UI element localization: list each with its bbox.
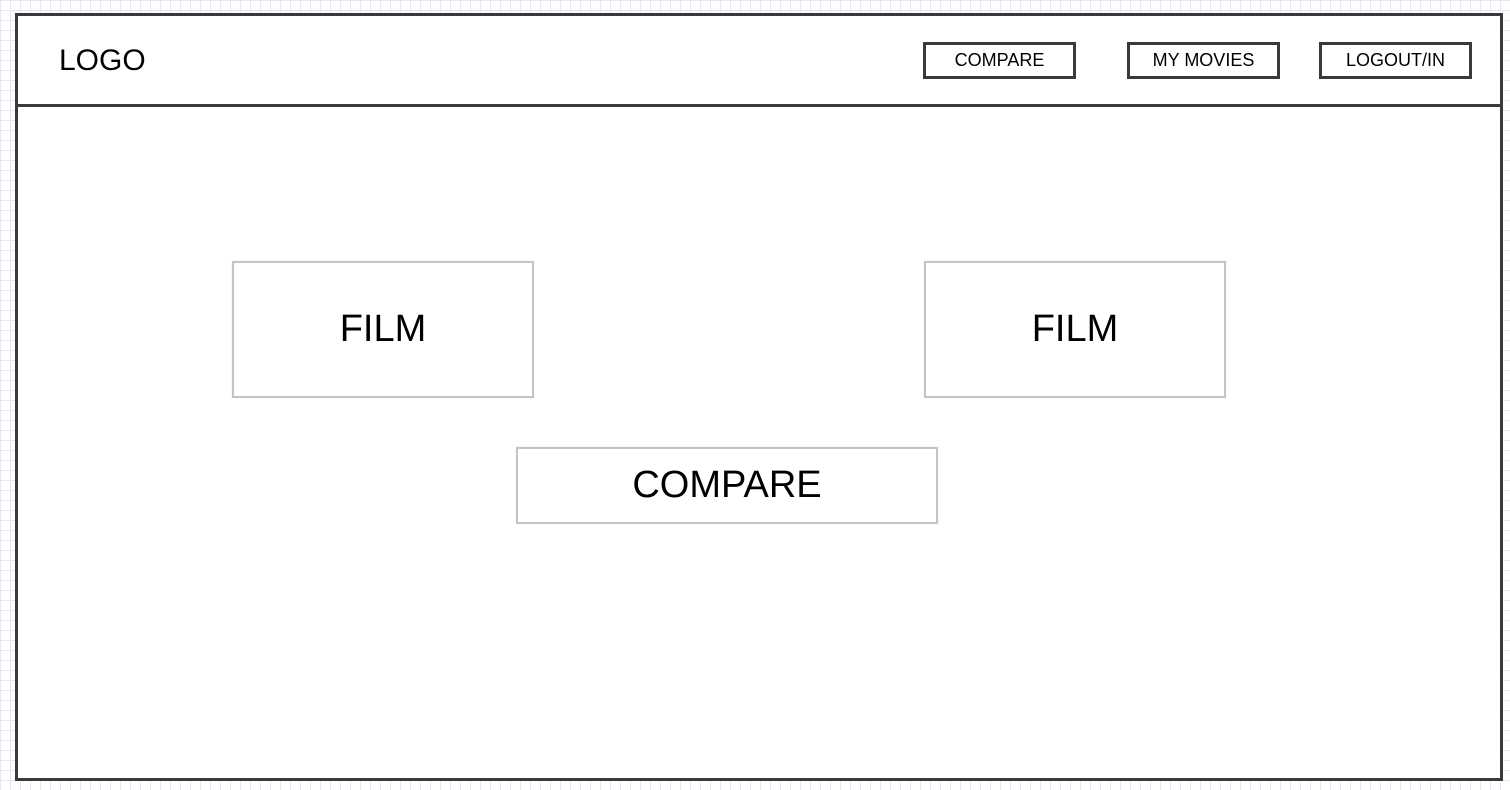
film-right-box[interactable]: FILM [924, 261, 1226, 398]
nav-logout-button[interactable]: LOGOUT/IN [1319, 42, 1472, 79]
browser-frame: LOGO COMPARE MY MOVIES LOGOUT/IN FILM FI… [15, 13, 1503, 781]
nav-compare-button[interactable]: COMPARE [923, 42, 1076, 79]
compare-button[interactable]: COMPARE [516, 447, 938, 524]
logo[interactable]: LOGO [59, 43, 146, 79]
film-left-box[interactable]: FILM [232, 261, 534, 398]
nav-my-movies-button[interactable]: MY MOVIES [1127, 42, 1280, 79]
header: LOGO COMPARE MY MOVIES LOGOUT/IN [18, 16, 1500, 107]
